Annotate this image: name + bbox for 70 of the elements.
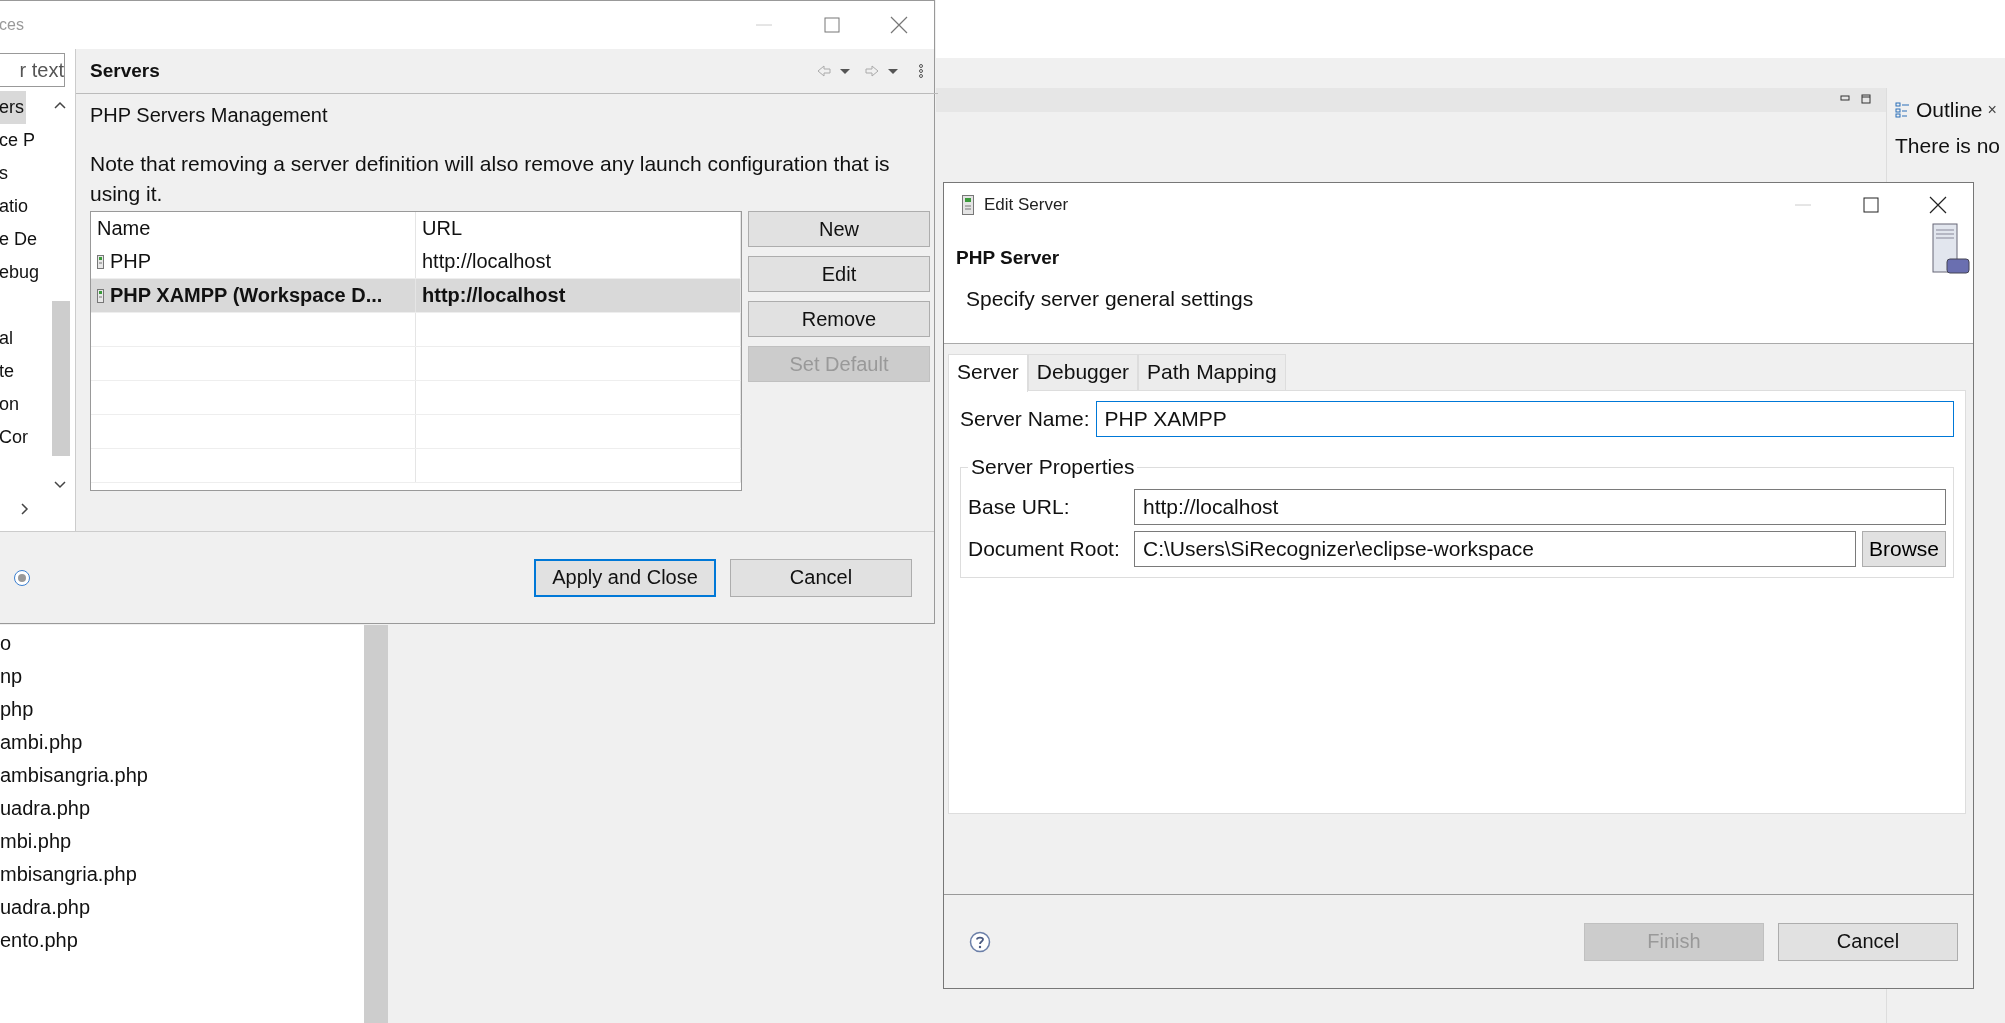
filter-field[interactable]: r text — [0, 53, 65, 87]
file-item[interactable]: php — [0, 693, 364, 726]
section-heading: PHP Servers Management — [90, 104, 329, 127]
server-icon — [962, 195, 974, 215]
outline-message: There is no — [1894, 133, 2002, 158]
scrollbar[interactable] — [364, 625, 388, 1023]
text-field[interactable]: http://localhost — [1134, 489, 1946, 525]
window-title: Edit Server — [984, 195, 1070, 215]
tree-item[interactable]: al — [0, 322, 15, 355]
field-label: Server Name: — [960, 407, 1090, 431]
table-cell: PHP — [91, 245, 416, 278]
maximize-icon[interactable] — [1861, 94, 1871, 104]
file-item[interactable]: uadra.php — [0, 792, 364, 825]
close-icon[interactable] — [1929, 196, 1947, 214]
group-title: Server Properties — [970, 455, 1136, 479]
scroll-up-icon[interactable] — [54, 101, 66, 109]
tree-item[interactable]: te — [0, 355, 16, 388]
server-icon — [97, 254, 104, 269]
help-icon[interactable] — [969, 930, 991, 953]
close-tab-button[interactable]: × — [1987, 101, 1997, 119]
tree-item[interactable]: atio — [0, 190, 31, 223]
page-title: Servers — [90, 60, 160, 82]
outline-icon — [1895, 102, 1911, 118]
file-item[interactable]: ambi.php — [0, 726, 364, 759]
file-item[interactable]: np — [0, 660, 364, 693]
file-item[interactable]: o — [0, 627, 364, 660]
action-button[interactable]: Remove — [748, 301, 930, 337]
file-item[interactable]: ambisangria.php — [0, 759, 364, 792]
server-name-field[interactable]: PHP XAMPP — [1095, 401, 1954, 437]
navigation-icons-drawing[interactable] — [816, 63, 926, 79]
radio-icon[interactable] — [13, 568, 31, 587]
maximize-icon[interactable] — [1863, 197, 1879, 213]
file-item[interactable]: mbisangria.php — [0, 858, 364, 891]
scroll-down-icon[interactable] — [54, 481, 66, 489]
tab[interactable]: Debugger — [1027, 354, 1139, 390]
table-cell: PHP XAMPP (Workspace D... — [91, 279, 416, 312]
server-icon — [97, 288, 104, 303]
tree-item[interactable]: e De — [0, 223, 40, 256]
dialog-button[interactable]: Cancel — [730, 558, 912, 597]
tree-item[interactable]: ebug — [0, 256, 42, 289]
tree-item[interactable]: ce P — [0, 124, 38, 157]
tree-item[interactable]: s — [0, 157, 10, 190]
dialog-heading: PHP Server — [956, 247, 1061, 269]
table-cell: http://localhost — [416, 245, 741, 278]
field-label: Document Root: — [968, 537, 1121, 561]
table-cell: http://localhost — [416, 279, 741, 312]
tree-item[interactable]: Cor — [0, 421, 30, 454]
dialog-button[interactable]: Apply and Close — [534, 558, 716, 597]
action-button[interactable]: Edit — [748, 256, 930, 292]
file-item[interactable]: mbi.php — [0, 825, 364, 858]
tab[interactable]: Server — [948, 354, 1028, 392]
tree-item[interactable]: ers — [0, 91, 26, 124]
outline-tab[interactable]: Outline — [1916, 98, 1983, 122]
window-title: ces — [0, 16, 24, 34]
tab[interactable]: Path Mapping — [1138, 354, 1286, 390]
column-header[interactable]: URL — [416, 212, 741, 245]
note-text: Note that removing a server definition will also remove any launch configuration that is using it. — [90, 151, 891, 207]
action-button[interactable]: New — [748, 211, 930, 247]
file-item[interactable]: uadra.php — [0, 891, 364, 924]
minimize-icon[interactable] — [1840, 94, 1850, 102]
dialog-button[interactable]: Cancel — [1778, 922, 1958, 961]
scroll-right-icon[interactable] — [21, 503, 29, 515]
table-row[interactable]: PHP XAMPP (Workspace D... http://localhost — [91, 279, 741, 313]
tree-item[interactable]: on — [0, 388, 22, 421]
text-field[interactable]: C:\Users\SiRecognizer\eclipse-workspace — [1134, 531, 1856, 567]
column-header[interactable]: Name — [91, 212, 416, 245]
field-label: Base URL: — [968, 495, 1071, 519]
browse-button[interactable]: Browse — [1861, 531, 1946, 567]
file-item[interactable]: ento.php — [0, 924, 364, 957]
dialog-description: Specify server general settings — [966, 287, 1254, 311]
